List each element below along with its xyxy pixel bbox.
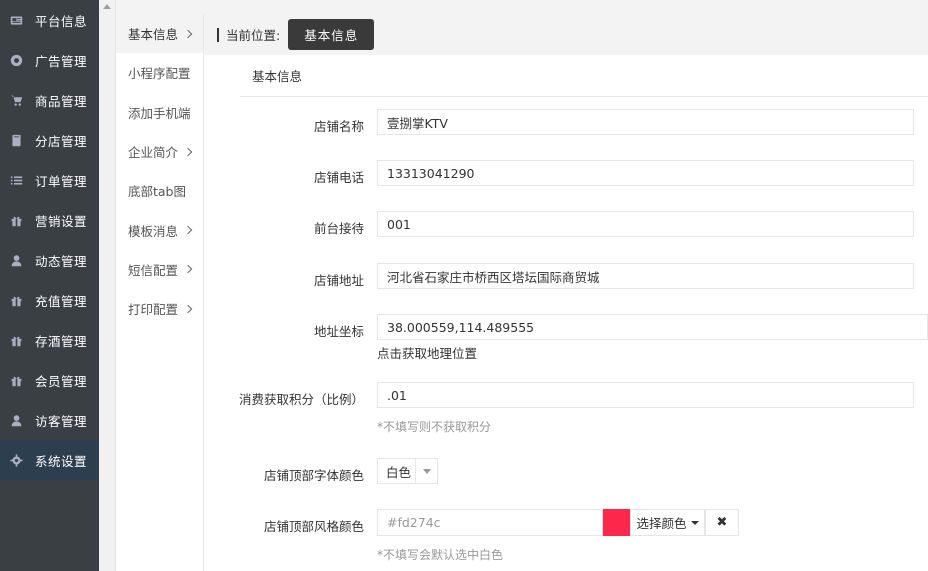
submenu-item-label: 底部tab图 <box>128 181 186 200</box>
newspaper-icon <box>8 13 24 27</box>
get-location-link[interactable]: 点击获取地理位置 <box>377 343 477 362</box>
settings-submenu: 基本信息小程序配置添加手机端企业简介底部tab图模板消息短信配置打印配置 <box>116 14 204 571</box>
color-swatch[interactable] <box>603 509 630 536</box>
sidebar-item-0[interactable]: 平台信息 <box>0 0 99 40</box>
submenu-item-4[interactable]: 底部tab图 <box>116 171 203 210</box>
sidebar-item-8[interactable]: 存酒管理 <box>0 320 99 360</box>
sidebar-item-9[interactable]: 会员管理 <box>0 360 99 400</box>
sidebar-item-label: 存酒管理 <box>35 331 87 350</box>
submenu-item-label: 企业简介 <box>128 142 178 161</box>
choose-color-label: 选择颜色 <box>636 513 686 532</box>
choose-color-button[interactable]: 选择颜色 <box>630 509 705 536</box>
sidebar-item-3[interactable]: 分店管理 <box>0 120 99 160</box>
gift-icon <box>8 333 24 347</box>
submenu-item-label: 小程序配置 <box>128 63 191 82</box>
sidebar-item-label: 动态管理 <box>35 251 87 270</box>
book-icon <box>8 133 24 147</box>
gift-icon <box>8 373 24 387</box>
sidebar-item-11[interactable]: 系统设置 <box>0 440 99 480</box>
top-style-color-label: 店铺顶部风格颜色 <box>264 516 364 535</box>
front-desk-input[interactable]: 001 <box>377 211 914 237</box>
style-color-help: *不填写会默认选中白色 <box>377 546 503 563</box>
front-desk-label: 前台接待 <box>314 218 364 237</box>
clear-color-button[interactable]: ✖ <box>705 509 739 536</box>
sidebar-item-10[interactable]: 访客管理 <box>0 400 99 440</box>
breadcrumb: 当前位置: 基本信息 <box>204 14 928 55</box>
submenu-item-1[interactable]: 小程序配置 <box>116 53 203 92</box>
sidebar-item-label: 广告管理 <box>35 51 87 70</box>
sidebar-item-label: 营销设置 <box>35 211 87 230</box>
top-font-color-label: 店铺顶部字体颜色 <box>264 465 364 484</box>
submenu-item-0[interactable]: 基本信息 <box>116 14 203 53</box>
submenu-item-label: 打印配置 <box>128 299 178 318</box>
chevron-right-icon <box>184 29 192 37</box>
sidebar-item-label: 商品管理 <box>35 91 87 110</box>
user-icon <box>8 253 24 267</box>
submenu-item-label: 添加手机端 <box>128 103 191 122</box>
lifebuoy-icon <box>8 53 24 67</box>
submenu-item-label: 短信配置 <box>128 260 178 279</box>
sidebar-item-label: 分店管理 <box>35 131 87 150</box>
points-ratio-input[interactable]: .01 <box>377 382 914 408</box>
submenu-item-5[interactable]: 模板消息 <box>116 210 203 249</box>
panel-title: 基本信息 <box>240 55 928 97</box>
sidebar-item-label: 充值管理 <box>35 291 87 310</box>
breadcrumb-marker <box>217 28 219 42</box>
caret-down-icon <box>691 521 699 525</box>
sidebar-item-5[interactable]: 营销设置 <box>0 200 99 240</box>
sidebar-item-6[interactable]: 动态管理 <box>0 240 99 280</box>
gift-icon <box>8 213 24 227</box>
submenu-item-6[interactable]: 短信配置 <box>116 250 203 289</box>
sidebar-item-label: 系统设置 <box>35 451 87 470</box>
points-ratio-help: *不填写则不获取积分 <box>377 418 491 435</box>
close-icon: ✖ <box>717 515 728 530</box>
chevron-right-icon <box>184 226 192 234</box>
sidebar-item-label: 访客管理 <box>35 411 87 430</box>
store-phone-input[interactable]: 13313041290 <box>377 160 914 186</box>
style-color-input[interactable]: #fd274c <box>377 509 603 536</box>
cart-icon <box>8 93 24 107</box>
sidebar-item-7[interactable]: 充值管理 <box>0 280 99 320</box>
sidebar-item-1[interactable]: 广告管理 <box>0 40 99 80</box>
submenu-item-7[interactable]: 打印配置 <box>116 289 203 328</box>
submenu-item-label: 模板消息 <box>128 221 178 240</box>
chevron-right-icon <box>184 147 192 155</box>
chevron-right-icon <box>184 304 192 312</box>
breadcrumb-location-label: 当前位置: <box>226 25 280 44</box>
submenu-item-label: 基本信息 <box>128 24 178 43</box>
coordinates-label: 地址坐标 <box>314 321 364 340</box>
store-address-label: 店铺地址 <box>314 270 364 289</box>
top-font-color-select[interactable]: 白色 <box>377 458 438 484</box>
list-icon <box>8 173 24 187</box>
sidebar-item-label: 平台信息 <box>35 11 87 30</box>
store-name-input[interactable]: 壹捌掌KTV <box>377 109 914 135</box>
breadcrumb-current-tag[interactable]: 基本信息 <box>288 19 374 50</box>
store-name-label: 店铺名称 <box>314 116 364 135</box>
submenu-item-2[interactable]: 添加手机端 <box>116 93 203 132</box>
user-icon <box>8 413 24 427</box>
sidebar-item-label: 会员管理 <box>35 371 87 390</box>
store-address-input[interactable]: 河北省石家庄市桥西区塔坛国际商贸城 <box>377 263 914 289</box>
gift-icon <box>8 293 24 307</box>
store-phone-label: 店铺电话 <box>314 167 364 186</box>
form-panel: 基本信息 店铺名称 壹捌掌KTV 店铺电话 13313041290 前台接待 0… <box>204 55 928 571</box>
chevron-down-icon[interactable] <box>415 459 437 483</box>
submenu-item-3[interactable]: 企业简介 <box>116 132 203 171</box>
top-font-color-value: 白色 <box>378 462 415 481</box>
sidebar-item-label: 订单管理 <box>35 171 87 190</box>
sidebar-item-4[interactable]: 订单管理 <box>0 160 99 200</box>
chevron-right-icon <box>184 265 192 273</box>
gear-icon <box>8 453 24 467</box>
color-picker-group: #fd274c 选择颜色 ✖ <box>377 509 739 536</box>
points-ratio-label: 消费获取积分（比例） <box>239 389 364 408</box>
main-sidebar: 平台信息广告管理商品管理分店管理订单管理营销设置动态管理充值管理存酒管理会员管理… <box>0 0 99 571</box>
main-content: 当前位置: 基本信息 基本信息 店铺名称 壹捌掌KTV 店铺电话 1331304… <box>204 14 928 571</box>
sidebar-item-2[interactable]: 商品管理 <box>0 80 99 120</box>
coordinates-input[interactable]: 38.000559,114.489555 <box>377 314 928 340</box>
scroll-up-arrow-icon[interactable] <box>103 4 111 9</box>
scrollbar[interactable] <box>99 0 116 571</box>
